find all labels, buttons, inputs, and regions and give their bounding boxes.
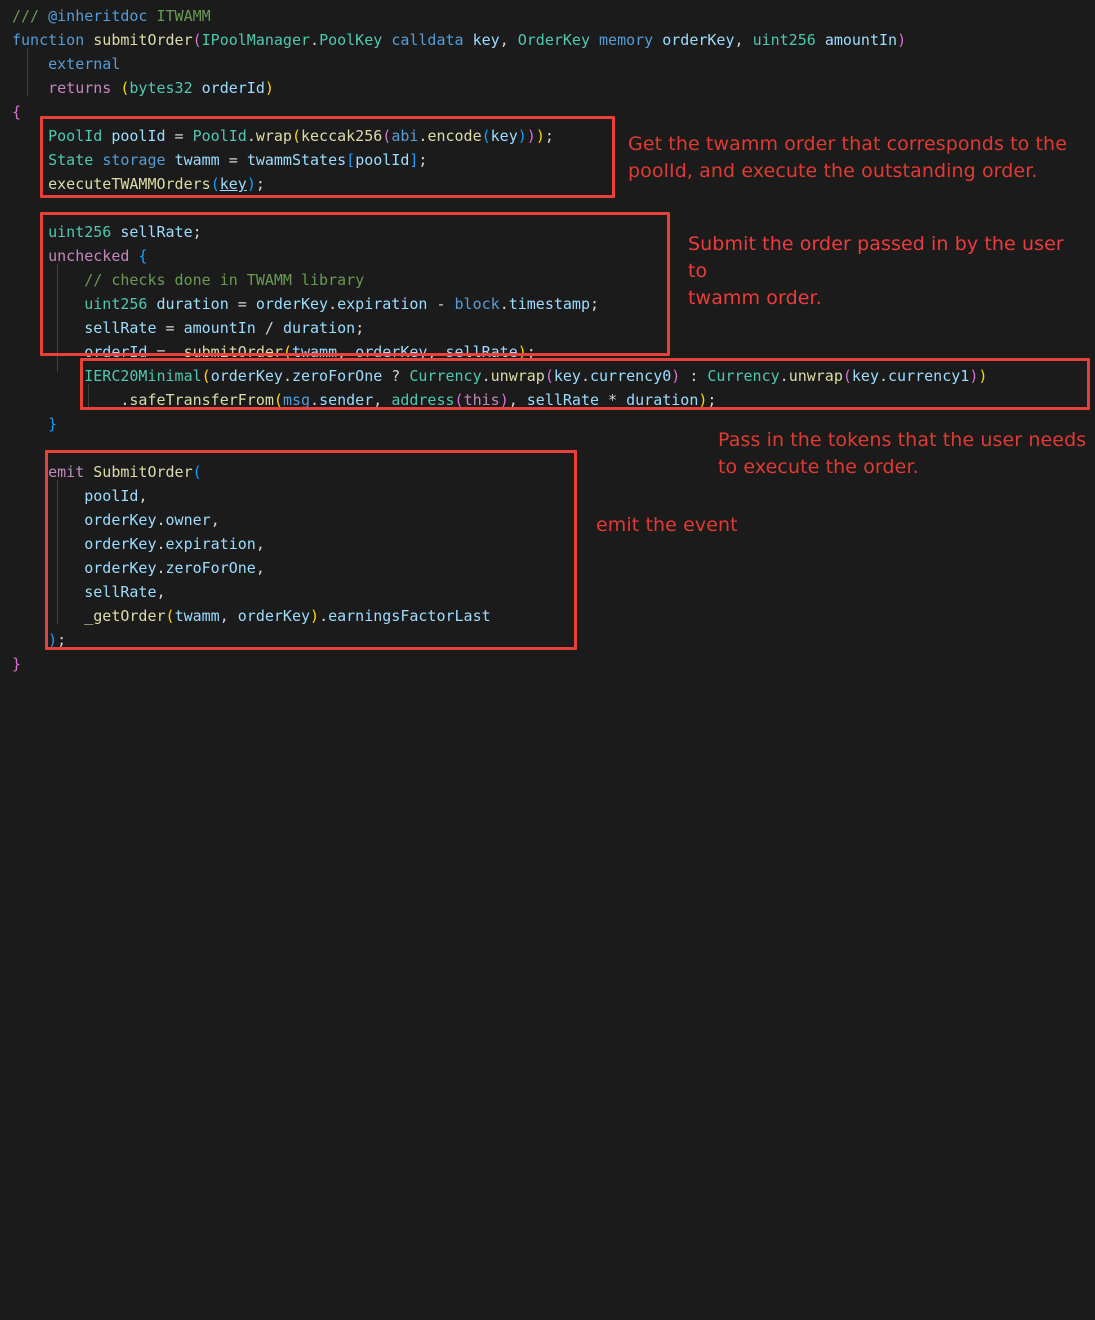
- code-line-21: poolId,: [12, 484, 147, 508]
- code-line-8: executeTWAMMOrders(key);: [12, 172, 265, 196]
- code-line-2: function submitOrder(IPoolManager.PoolKe…: [12, 28, 906, 52]
- code-line-6: PoolId poolId = PoolId.wrap(keccak256(ab…: [12, 124, 554, 148]
- annotation-note-pool-lookup: Get the twamm order that corresponds to …: [628, 131, 1078, 185]
- annotation-note-pass-tokens: Pass in the tokens that the user needs t…: [718, 427, 1095, 481]
- code-line-24: orderKey.zeroForOne,: [12, 556, 265, 580]
- code-line-12: // checks done in TWAMM library: [12, 268, 364, 292]
- code-line-18: }: [12, 412, 57, 436]
- code-line-7: State storage twamm = twammStates[poolId…: [12, 148, 427, 172]
- code-line-27: );: [12, 628, 66, 652]
- code-line-16: IERC20Minimal(orderKey.zeroForOne ? Curr…: [12, 364, 987, 388]
- code-line-26: _getOrder(twamm, orderKey).earningsFacto…: [12, 604, 491, 628]
- code-line-15: orderId = submitOrder(twamm, orderKey, s…: [12, 340, 536, 364]
- code-line-11: unchecked {: [12, 244, 147, 268]
- code-line-4: returns (bytes32 orderId): [12, 76, 274, 100]
- code-line-23: orderKey.expiration,: [12, 532, 265, 556]
- code-line-25: sellRate,: [12, 580, 166, 604]
- code-line-5: {: [12, 100, 21, 124]
- annotation-note-submit-order: Submit the order passed in by the user t…: [688, 231, 1088, 312]
- code-line-10: uint256 sellRate;: [12, 220, 202, 244]
- code-editor-canvas: /// @inheritdoc ITWAMM function submitOr…: [0, 0, 1095, 683]
- code-line-28: }: [12, 652, 21, 676]
- code-block[interactable]: /// @inheritdoc ITWAMM function submitOr…: [0, 0, 1095, 683]
- code-line-17: .safeTransferFrom(msg.sender, address(th…: [12, 388, 716, 412]
- code-line-13: uint256 duration = orderKey.expiration -…: [12, 292, 599, 316]
- code-line-3: external: [12, 52, 120, 76]
- code-line-22: orderKey.owner,: [12, 508, 220, 532]
- annotation-note-emit-event: emit the event: [596, 512, 846, 539]
- code-line-20: emit SubmitOrder(: [12, 460, 202, 484]
- code-line-1: /// @inheritdoc ITWAMM: [12, 4, 211, 28]
- code-line-14: sellRate = amountIn / duration;: [12, 316, 364, 340]
